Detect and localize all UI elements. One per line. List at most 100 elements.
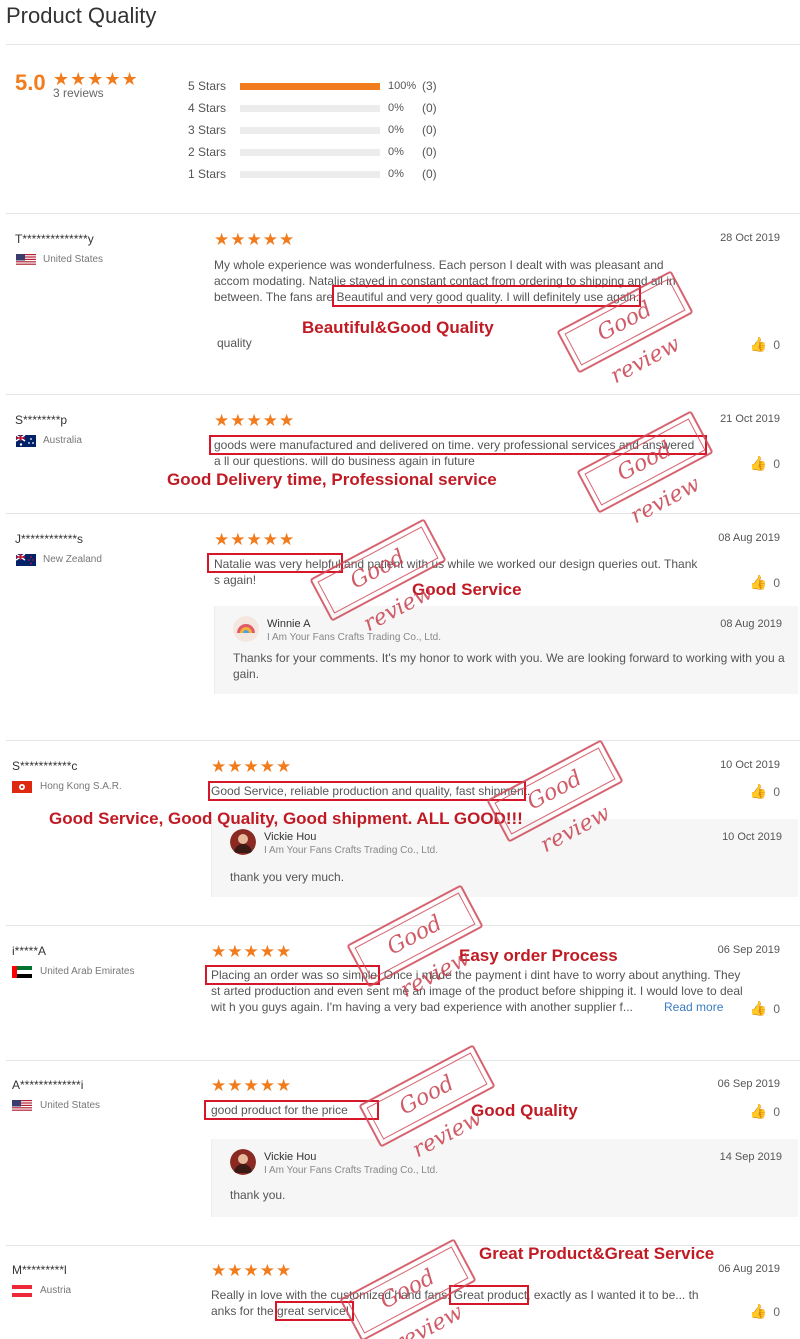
hong-kong-flag-icon bbox=[12, 781, 32, 793]
like-button[interactable]: 👍 0 bbox=[750, 336, 780, 353]
highlight-box bbox=[207, 553, 343, 573]
annotation-label: Easy order Process bbox=[459, 946, 618, 965]
read-more-link[interactable]: Read more bbox=[664, 1000, 723, 1014]
thumbs-up-icon: 👍 bbox=[749, 455, 768, 471]
reply-text: thank you very much. bbox=[230, 870, 345, 884]
reviewer-name: i*****A bbox=[12, 944, 47, 958]
rating-percent: 0% bbox=[388, 124, 404, 136]
rating-count: (3) bbox=[422, 79, 437, 93]
rating-count: (0) bbox=[422, 101, 437, 115]
thumbs-up-icon: 👍 bbox=[749, 574, 768, 590]
reviewer-country: United States bbox=[43, 254, 104, 265]
reply-date: 14 Sep 2019 bbox=[719, 1151, 782, 1163]
rating-bar bbox=[240, 171, 380, 178]
review-date: 21 Oct 2019 bbox=[720, 413, 780, 425]
like-button[interactable]: 👍 0 bbox=[750, 1103, 780, 1120]
review-stars: ★★★★★ bbox=[211, 1076, 293, 1095]
thumbs-up-icon: 👍 bbox=[749, 1000, 768, 1016]
reply-author: Vickie Hou bbox=[264, 1151, 317, 1163]
review-date: 06 Sep 2019 bbox=[717, 1078, 780, 1090]
reviewer-name: A*************i bbox=[12, 1078, 84, 1092]
review-stars: ★★★★★ bbox=[214, 230, 296, 249]
rating-count: (0) bbox=[422, 167, 437, 181]
rating-bar bbox=[240, 83, 380, 90]
review-tag: quality bbox=[217, 336, 252, 350]
reply-author: Vickie Hou bbox=[264, 831, 317, 843]
reply-company: I Am Your Fans Crafts Trading Co., Ltd. bbox=[264, 1165, 438, 1176]
review-date: 08 Aug 2019 bbox=[718, 532, 780, 544]
rating-percent: 0% bbox=[388, 168, 404, 180]
page-title: Product Quality bbox=[6, 3, 157, 28]
reviewer-country: Austria bbox=[40, 1285, 72, 1296]
annotation-label: Beautiful&Good Quality bbox=[302, 318, 494, 337]
new-zealand-flag-icon bbox=[16, 554, 36, 566]
review-date: 06 Aug 2019 bbox=[718, 1263, 780, 1275]
rating-bar-fill bbox=[240, 83, 380, 90]
like-button[interactable]: 👍 0 bbox=[750, 574, 780, 591]
review-card: S***********c Hong Kong S.A.R. ★★★★★ 10 … bbox=[0, 741, 800, 925]
annotation-label: Good Quality bbox=[471, 1101, 578, 1120]
annotation-label: Great Product&Great Service bbox=[479, 1244, 715, 1263]
review-stars: ★★★★★ bbox=[214, 530, 296, 549]
rating-row-label: 4 Stars bbox=[188, 101, 227, 115]
reply-text: thank you. bbox=[230, 1188, 286, 1202]
reply-company: I Am Your Fans Crafts Trading Co., Ltd. bbox=[264, 845, 438, 856]
rating-row-label: 3 Stars bbox=[188, 123, 227, 137]
highlight-box bbox=[204, 1100, 379, 1120]
like-count: 0 bbox=[773, 1105, 780, 1119]
review-date: 10 Oct 2019 bbox=[720, 759, 780, 771]
like-count: 0 bbox=[773, 1305, 780, 1319]
review-stars: ★★★★★ bbox=[211, 1261, 293, 1280]
rating-bar bbox=[240, 105, 380, 112]
review-stars: ★★★★★ bbox=[211, 757, 293, 776]
seller-reply: Winnie A I Am Your Fans Crafts Trading C… bbox=[214, 606, 798, 694]
reply-company: I Am Your Fans Crafts Trading Co., Ltd. bbox=[267, 632, 441, 643]
like-count: 0 bbox=[773, 1002, 780, 1016]
like-count: 0 bbox=[773, 457, 780, 471]
austria-flag-icon bbox=[12, 1285, 32, 1297]
reviewer-country: New Zealand bbox=[43, 554, 102, 565]
highlight-box bbox=[208, 781, 526, 801]
seller-avatar bbox=[230, 829, 256, 855]
highlight-box bbox=[205, 965, 380, 985]
highlight-box bbox=[332, 285, 641, 307]
rating-bar bbox=[240, 149, 380, 156]
reply-author: Winnie A bbox=[267, 618, 311, 630]
like-button[interactable]: 👍 0 bbox=[750, 1303, 780, 1320]
rating-row-label: 2 Stars bbox=[188, 145, 227, 159]
thumbs-up-icon: 👍 bbox=[749, 336, 768, 352]
like-count: 0 bbox=[773, 785, 780, 799]
reviewer-country: Australia bbox=[43, 435, 82, 446]
reply-text: Thanks for your comments. It's my honor … bbox=[233, 651, 785, 681]
reviewer-country: Hong Kong S.A.R. bbox=[40, 781, 122, 792]
review-stars: ★★★★★ bbox=[214, 411, 296, 430]
review-date: 06 Sep 2019 bbox=[717, 944, 780, 956]
like-button[interactable]: 👍 0 bbox=[750, 783, 780, 800]
australia-flag-icon bbox=[16, 435, 36, 447]
like-button[interactable]: 👍 0 bbox=[750, 1000, 780, 1017]
reviewer-name: M*********l bbox=[12, 1263, 67, 1277]
thumbs-up-icon: 👍 bbox=[749, 1303, 768, 1319]
review-stars: ★★★★★ bbox=[211, 942, 293, 961]
average-rating: 5.0 bbox=[15, 70, 46, 95]
rating-percent: 100% bbox=[388, 80, 417, 92]
rating-row-label: 1 Stars bbox=[188, 167, 227, 181]
reviewer-name: J************s bbox=[15, 532, 84, 546]
thumbs-up-icon: 👍 bbox=[749, 783, 768, 799]
title-divider bbox=[6, 44, 800, 45]
us-flag-icon bbox=[12, 1100, 32, 1112]
rating-count: (0) bbox=[422, 145, 437, 159]
rating-row-label: 5 Stars bbox=[188, 79, 227, 93]
rating-bar bbox=[240, 127, 380, 134]
reviewer-name: S********p bbox=[15, 413, 68, 427]
rating-count: (0) bbox=[422, 123, 437, 137]
review-date: 28 Oct 2019 bbox=[720, 232, 780, 244]
reviewer-name: S***********c bbox=[12, 759, 78, 773]
like-button[interactable]: 👍 0 bbox=[750, 455, 780, 472]
reply-date: 10 Oct 2019 bbox=[722, 831, 782, 843]
reviewer-country: United States bbox=[40, 1100, 101, 1111]
annotation-label: Good Service, Good Quality, Good shipmen… bbox=[49, 809, 523, 828]
like-count: 0 bbox=[773, 576, 780, 590]
rating-percent: 0% bbox=[388, 102, 404, 114]
us-flag-icon bbox=[16, 254, 36, 266]
